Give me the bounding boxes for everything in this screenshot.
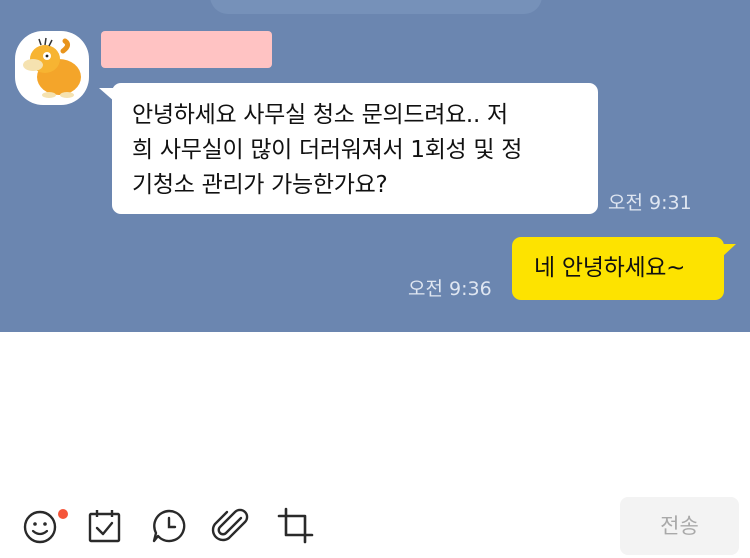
emoji-icon[interactable]: [21, 506, 61, 546]
chat-area[interactable]: 안녕하세요 사무실 청소 문의드려요.. 저 희 사무실이 많이 더러워져서 1…: [0, 0, 750, 332]
message-line: 기청소 관리가 가능한가요?: [132, 172, 388, 198]
crop-icon[interactable]: [276, 506, 316, 546]
clock-bubble-icon[interactable]: [149, 506, 189, 546]
outgoing-message-time: 오전 9:36: [408, 278, 492, 300]
date-banner-pill: [210, 0, 542, 14]
paperclip-icon[interactable]: [211, 506, 251, 546]
outgoing-bubble-tail: [722, 244, 736, 257]
outgoing-message-bubble[interactable]: 네 안녕하세요~: [512, 237, 724, 300]
send-button[interactable]: 전송: [620, 497, 739, 555]
sender-name: [101, 31, 272, 68]
psyduck-avatar-icon: [23, 37, 81, 98]
notification-dot: [58, 509, 68, 519]
calendar-check-icon[interactable]: [85, 506, 125, 546]
message-line: 희 사무실이 많이 더러워져서 1회성 및 정: [132, 137, 523, 163]
message-line: 안녕하세요 사무실 청소 문의드려요.. 저: [132, 102, 508, 128]
incoming-message-time: 오전 9:31: [608, 192, 692, 214]
incoming-message-bubble[interactable]: 안녕하세요 사무실 청소 문의드려요.. 저 희 사무실이 많이 더러워져서 1…: [112, 83, 598, 214]
profile-avatar[interactable]: [15, 31, 89, 105]
